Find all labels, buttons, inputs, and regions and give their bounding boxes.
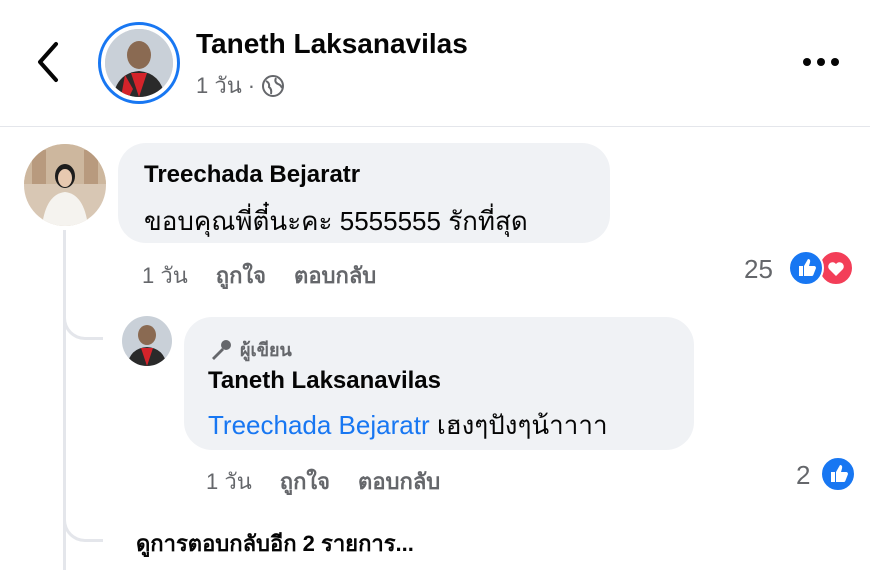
reply-time[interactable]: 1 วัน bbox=[206, 464, 252, 499]
comment-bubble: Treechada Bejaratr ขอบคุณพี่ตี๋นะคะ 5555… bbox=[118, 143, 610, 243]
reply-reaction-icons[interactable] bbox=[820, 456, 856, 492]
author-badge: ผู้เขียน bbox=[208, 335, 292, 364]
reply-body: เฮงๆปังๆน้าาาา bbox=[429, 410, 608, 440]
like-button[interactable]: ถูกใจ bbox=[216, 258, 266, 293]
header-divider bbox=[0, 126, 870, 127]
post-time[interactable]: 1 วัน bbox=[196, 68, 242, 103]
commenter-avatar[interactable] bbox=[24, 144, 106, 226]
reply-author-avatar[interactable] bbox=[122, 316, 172, 366]
like-icon bbox=[788, 250, 824, 286]
reaction-count[interactable]: 25 bbox=[744, 254, 773, 285]
comment-time[interactable]: 1 วัน bbox=[142, 258, 188, 293]
back-button[interactable] bbox=[30, 38, 66, 86]
thread-branch bbox=[63, 490, 103, 542]
reply-like-button[interactable]: ถูกใจ bbox=[280, 464, 330, 499]
more-options-button[interactable] bbox=[800, 52, 842, 72]
more-icon bbox=[803, 58, 839, 66]
reply-reply-button[interactable]: ตอบกลับ bbox=[358, 464, 440, 499]
comment-actions: 1 วัน ถูกใจ ตอบกลับ bbox=[142, 258, 376, 293]
thread-branch bbox=[63, 288, 103, 340]
reaction-icons[interactable] bbox=[788, 250, 854, 286]
comment-text: ขอบคุณพี่ตี๋นะคะ 5555555 รักที่สุด bbox=[144, 206, 528, 236]
chevron-left-icon bbox=[38, 42, 58, 82]
meta-separator: · bbox=[247, 72, 256, 98]
comment-author[interactable]: Treechada Bejaratr bbox=[144, 161, 360, 189]
reply-button[interactable]: ตอบกลับ bbox=[294, 258, 376, 293]
mention-link[interactable]: Treechada Bejaratr bbox=[208, 410, 430, 440]
post-meta: 1 วัน · bbox=[196, 68, 285, 103]
reply-text: Treechada Bejaratr เฮงๆปังๆน้าาาา bbox=[208, 405, 608, 446]
microphone-icon bbox=[212, 339, 231, 360]
like-icon bbox=[820, 456, 856, 492]
reply-author[interactable]: Taneth Laksanavilas bbox=[208, 367, 441, 395]
author-badge-label: ผู้เขียน bbox=[240, 340, 292, 360]
reply-reaction-count[interactable]: 2 bbox=[796, 460, 810, 491]
reply-actions: 1 วัน ถูกใจ ตอบกลับ bbox=[206, 464, 440, 499]
globe-icon bbox=[262, 74, 285, 97]
author-avatar bbox=[105, 29, 173, 97]
reply-bubble: ผู้เขียน Taneth Laksanavilas Treechada B… bbox=[184, 317, 694, 450]
view-more-replies[interactable]: ดูการตอบกลับอีก 2 รายการ... bbox=[136, 526, 414, 561]
story-avatar[interactable] bbox=[98, 22, 180, 104]
post-header: Taneth Laksanavilas 1 วัน · bbox=[0, 0, 870, 126]
post-author-name[interactable]: Taneth Laksanavilas bbox=[196, 28, 468, 60]
